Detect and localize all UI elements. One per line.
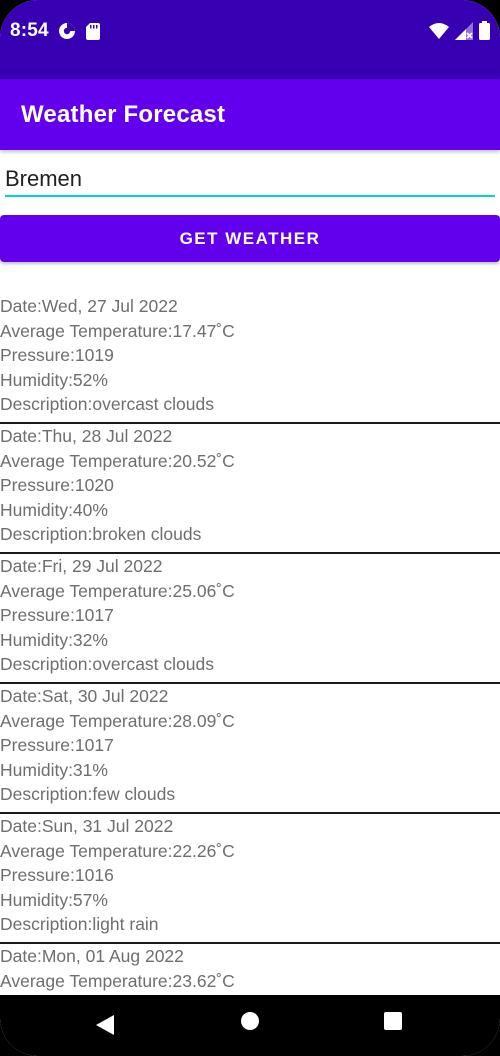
forecast-temperature: Average Temperature:25.06˚C <box>0 580 235 601</box>
back-icon[interactable] <box>96 1015 114 1040</box>
forecast-item: Date:Wed, 27 Jul 2022 Average Temperatur… <box>0 294 500 424</box>
forecast-pressure: Pressure:1017 <box>0 605 114 626</box>
sd-card-icon <box>86 22 100 45</box>
forecast-humidity: Humidity:57% <box>0 889 108 910</box>
wifi-icon <box>429 22 449 44</box>
recents-icon[interactable] <box>384 1012 402 1030</box>
status-right-icons <box>429 21 490 45</box>
data-saver-icon <box>58 22 76 45</box>
battery-icon <box>479 21 490 45</box>
status-bar: 8:54 <box>0 0 500 79</box>
forecast-date: Date:Fri, 29 Jul 2022 <box>0 556 163 576</box>
forecast-temperature: Average Temperature:23.62˚C <box>0 970 235 991</box>
home-icon[interactable] <box>241 1012 259 1030</box>
navigation-bar <box>0 995 500 1056</box>
forecast-date: Date:Sun, 31 Jul 2022 <box>0 816 174 836</box>
phone-screen: 8:54 Weather Forecast Bremen GET WEATHER… <box>0 0 500 1056</box>
status-time: 8:54 <box>10 20 49 41</box>
forecast-humidity: Humidity:31% <box>0 759 108 780</box>
forecast-description: Description:overcast clouds <box>0 654 214 675</box>
forecast-pressure: Pressure:1019 <box>0 345 114 366</box>
forecast-humidity: Humidity:52% <box>0 369 108 390</box>
forecast-pressure: Pressure:1020 <box>0 475 114 496</box>
city-input[interactable] <box>5 163 495 197</box>
forecast-description: Description:overcast clouds <box>0 394 214 415</box>
status-left-icons <box>58 22 100 45</box>
forecast-date: Date:Thu, 28 Jul 2022 <box>0 426 173 446</box>
forecast-temperature: Average Temperature:28.09˚C <box>0 710 235 731</box>
signal-icon <box>455 21 473 45</box>
forecast-item: Date:Fri, 29 Jul 2022 Average Temperatur… <box>0 554 500 684</box>
forecast-item: Date:Sun, 31 Jul 2022 Average Temperatur… <box>0 814 500 944</box>
forecast-item: Date:Mon, 01 Aug 2022 Average Temperatur… <box>0 944 500 995</box>
forecast-humidity: Humidity:32% <box>0 629 108 650</box>
forecast-humidity: Humidity:40% <box>0 499 108 520</box>
forecast-temperature: Average Temperature:17.47˚C <box>0 320 235 341</box>
app-bar: Weather Forecast <box>0 79 500 150</box>
forecast-temperature: Average Temperature:20.52˚C <box>0 450 235 471</box>
forecast-description: Description:light rain <box>0 914 159 935</box>
forecast-description: Description:broken clouds <box>0 524 202 545</box>
forecast-list[interactable]: Date:Wed, 27 Jul 2022 Average Temperatur… <box>0 294 500 995</box>
forecast-pressure: Pressure:1017 <box>0 735 114 756</box>
forecast-item: Date:Thu, 28 Jul 2022 Average Temperatur… <box>0 424 500 554</box>
forecast-date: Date:Mon, 01 Aug 2022 <box>0 946 184 966</box>
forecast-item: Date:Sat, 30 Jul 2022 Average Temperatur… <box>0 684 500 814</box>
get-weather-button[interactable]: GET WEATHER <box>0 215 500 262</box>
forecast-date: Date:Wed, 27 Jul 2022 <box>0 296 178 316</box>
forecast-temperature: Average Temperature:22.26˚C <box>0 840 235 861</box>
forecast-description: Description:few clouds <box>0 784 176 805</box>
app-title: Weather Forecast <box>21 101 226 128</box>
forecast-pressure: Pressure:1016 <box>0 865 114 886</box>
forecast-date: Date:Sat, 30 Jul 2022 <box>0 686 169 706</box>
